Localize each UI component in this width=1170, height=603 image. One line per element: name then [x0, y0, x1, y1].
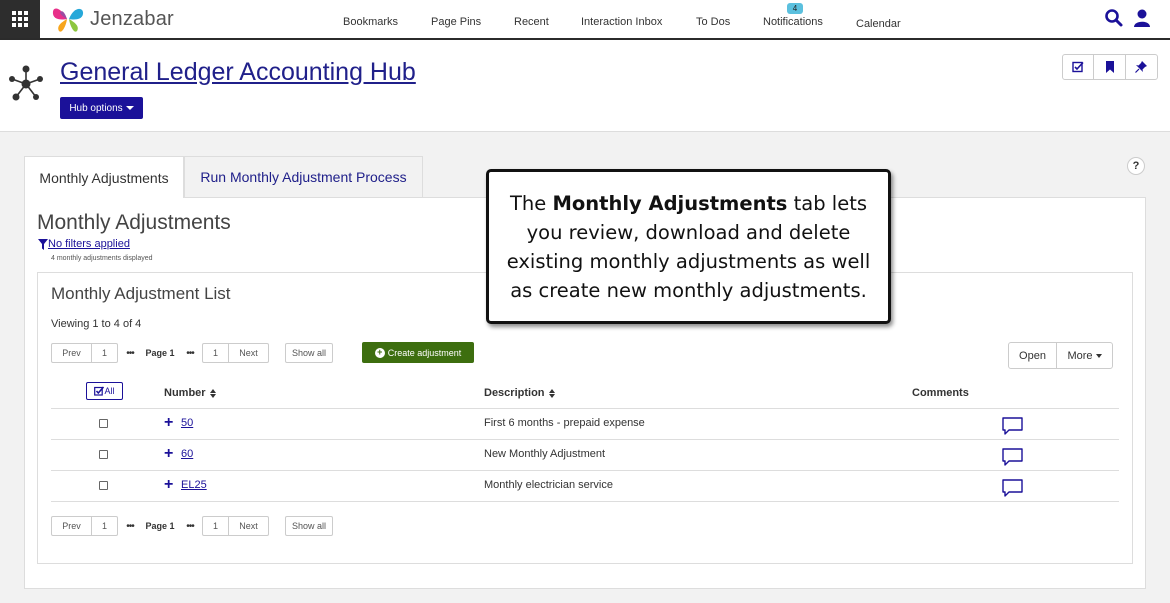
column-number-label: Number [164, 387, 206, 399]
expand-plus-icon[interactable]: + [164, 415, 173, 431]
brand-logo[interactable]: Jenzabar [50, 4, 174, 34]
nav-bookmarks[interactable]: Bookmarks [343, 16, 398, 28]
adjustment-description: Monthly electrician service [484, 479, 613, 491]
comment-icon[interactable] [1002, 448, 1023, 467]
last-page-button[interactable]: 1 [202, 343, 229, 363]
nav-calendar[interactable]: Calendar [856, 18, 901, 30]
todo-button[interactable] [1063, 55, 1095, 79]
row-checkbox[interactable] [99, 481, 108, 490]
brand-name: Jenzabar [90, 7, 174, 30]
tab-monthly-adjustments[interactable]: Monthly Adjustments [24, 156, 184, 198]
caret-down-icon [125, 106, 134, 110]
table-row: + EL25 Monthly electrician service [51, 471, 1119, 502]
adjustments-count: 4 monthly adjustments displayed [51, 255, 153, 262]
create-adjustment-label: Create adjustment [387, 347, 462, 358]
comment-icon[interactable] [1002, 479, 1023, 498]
ellipsis: ••• [186, 520, 195, 532]
nav-recent[interactable]: Recent [514, 16, 549, 28]
bookmark-button[interactable] [1094, 55, 1126, 79]
more-button[interactable]: More [1057, 343, 1112, 368]
comment-icon[interactable] [1002, 417, 1023, 436]
sort-icon [209, 388, 217, 398]
row-checkbox[interactable] [99, 450, 108, 459]
adjustment-description: New Monthly Adjustment [484, 448, 606, 460]
prev-button[interactable]: Prev [51, 343, 92, 363]
row-checkbox[interactable] [99, 419, 108, 428]
apps-grid-icon [12, 11, 28, 27]
hub-options-label: Hub options [69, 102, 123, 114]
current-page-label: Page 1 [145, 521, 175, 531]
table-header: All Number Description Comments [51, 380, 1119, 409]
adjustment-number-link[interactable]: 60 [181, 448, 193, 460]
caret-down-icon [1095, 353, 1102, 358]
adjustment-number-link[interactable]: EL25 [181, 479, 207, 491]
filter-link[interactable]: No filters applied [38, 238, 130, 250]
open-more-group: Open More [1008, 342, 1113, 369]
pager-bottom: Prev 1 ••• Page 1 ••• 1 Next Show all [51, 516, 333, 536]
nav-notifications[interactable]: Notifications [763, 16, 823, 28]
apps-grid-button[interactable] [0, 0, 40, 38]
more-label: More [1067, 349, 1093, 362]
viewing-range: Viewing 1 to 4 of 4 [51, 318, 142, 330]
search-icon[interactable] [1104, 8, 1124, 28]
filter-icon [38, 238, 48, 250]
column-description[interactable]: Description [484, 387, 556, 399]
callout-text: The Monthly Adjustments tab lets you rev… [499, 189, 878, 305]
butterfly-logo-icon [52, 8, 84, 32]
last-page-button[interactable]: 1 [202, 516, 229, 536]
table-row: + 50 First 6 months - prepaid expense [51, 409, 1119, 440]
open-button[interactable]: Open [1009, 343, 1057, 368]
ellipsis: ••• [126, 520, 135, 532]
column-number[interactable]: Number [164, 387, 217, 399]
hub-options-button[interactable]: Hub options [60, 97, 143, 119]
column-description-label: Description [484, 387, 545, 399]
next-button[interactable]: Next [229, 516, 269, 536]
table-row: + 60 New Monthly Adjustment [51, 440, 1119, 471]
tab-run-monthly-adjustment-process[interactable]: Run Monthly Adjustment Process [184, 156, 423, 198]
nav-page-pins[interactable]: Page Pins [431, 16, 481, 28]
notifications-count-badge: 4 [787, 3, 803, 14]
plus-circle-icon: + [374, 347, 385, 358]
callout-text-pre: The [509, 191, 553, 215]
first-page-button[interactable]: 1 [92, 516, 118, 536]
ellipsis: ••• [126, 347, 135, 359]
section-title: Monthly Adjustments [37, 211, 231, 234]
ellipsis: ••• [186, 347, 195, 359]
pager-top: Prev 1 ••• Page 1 ••• 1 Next Show all [51, 343, 333, 363]
list-title: Monthly Adjustment List [51, 284, 231, 303]
select-all-button[interactable]: All [86, 382, 123, 400]
filter-label: No filters applied [48, 238, 130, 250]
sort-icon [548, 388, 556, 398]
user-icon[interactable] [1132, 8, 1152, 28]
nav-to-dos[interactable]: To Dos [696, 16, 730, 28]
create-adjustment-button[interactable]: + Create adjustment [362, 342, 474, 363]
current-page-label: Page 1 [145, 348, 175, 358]
page-actions-group [1062, 54, 1158, 80]
expand-plus-icon[interactable]: + [164, 446, 173, 462]
page-header: General Ledger Accounting Hub Hub option… [0, 40, 1170, 132]
column-comments-label: Comments [912, 387, 969, 399]
top-navigation-bar: Jenzabar Bookmarks Page Pins Recent Inte… [0, 0, 1170, 40]
callout-text-bold: Monthly Adjustments [552, 191, 788, 215]
bookmark-icon [1105, 61, 1114, 73]
prev-button[interactable]: Prev [51, 516, 92, 536]
pin-button[interactable] [1126, 55, 1157, 79]
pin-icon [1135, 61, 1148, 73]
help-button[interactable]: ? [1127, 157, 1145, 175]
first-page-button[interactable]: 1 [92, 343, 118, 363]
hub-network-icon [9, 65, 43, 101]
show-all-button[interactable]: Show all [285, 516, 333, 536]
expand-plus-icon[interactable]: + [164, 477, 173, 493]
checklist-icon [1072, 61, 1084, 73]
check-all-icon [94, 386, 105, 396]
column-comments: Comments [912, 387, 969, 399]
adjustment-description: First 6 months - prepaid expense [484, 417, 645, 429]
show-all-button[interactable]: Show all [285, 343, 333, 363]
tutorial-callout: The Monthly Adjustments tab lets you rev… [486, 169, 891, 324]
adjustment-number-link[interactable]: 50 [181, 417, 193, 429]
next-button[interactable]: Next [229, 343, 269, 363]
page-title[interactable]: General Ledger Accounting Hub [60, 58, 416, 87]
select-all-label: All [104, 386, 115, 396]
nav-interaction-inbox[interactable]: Interaction Inbox [581, 16, 662, 28]
